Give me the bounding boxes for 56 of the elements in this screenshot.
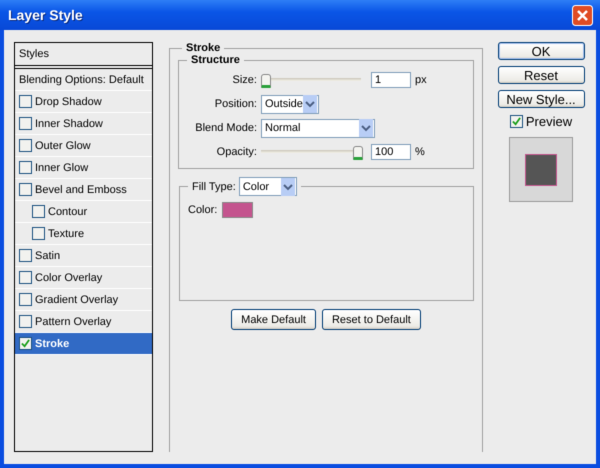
checkbox-label: Preview	[526, 114, 572, 129]
slider-thumb[interactable]	[261, 74, 271, 88]
style-list-item[interactable]: Contour	[15, 201, 152, 223]
field-label: Fill Type:	[192, 180, 236, 192]
dialog-button[interactable]: OK	[498, 42, 584, 60]
window-title: Layer Style	[8, 7, 83, 23]
checkbox[interactable]	[19, 315, 32, 328]
field-label: Opacity:	[216, 146, 257, 158]
field-label: Color:	[188, 204, 218, 216]
list-heading: Styles	[15, 43, 152, 69]
style-list-item[interactable]: Stroke	[15, 333, 152, 355]
style-list-item[interactable]: Drop Shadow	[15, 91, 152, 113]
checkbox[interactable]	[19, 117, 32, 130]
checkbox[interactable]	[19, 139, 32, 152]
style-list-item[interactable]: Color Overlay	[15, 267, 152, 289]
unit-label: %	[415, 146, 425, 158]
chevron-down-icon	[359, 119, 373, 137]
group-title: Stroke	[185, 42, 222, 54]
checkbox[interactable]	[510, 115, 523, 128]
fill-type-dropdown[interactable]: Color	[238, 177, 297, 196]
checkbox[interactable]	[19, 161, 32, 174]
chevron-down-icon	[280, 178, 295, 196]
blend-mode-dropdown[interactable]: Normal	[261, 118, 375, 138]
style-list-item[interactable]: Gradient Overlay	[15, 289, 152, 311]
color-swatch[interactable]	[222, 202, 254, 218]
checkbox[interactable]	[19, 293, 32, 306]
group-title: Structure	[190, 54, 241, 66]
field-label: Blend Mode:	[194, 122, 257, 134]
unit-label: px	[415, 74, 427, 86]
slider-thumb[interactable]	[353, 146, 363, 160]
checkbox[interactable]	[19, 183, 32, 196]
checkbox[interactable]	[19, 271, 32, 284]
checkbox[interactable]	[19, 95, 32, 108]
field-label: Position:	[214, 98, 257, 110]
action-button[interactable]: Reset to Default	[322, 309, 421, 330]
style-list-item[interactable]: Satin	[15, 245, 152, 267]
style-list-item[interactable]: Texture	[15, 223, 152, 245]
checkbox[interactable]	[19, 249, 32, 262]
dialog-button[interactable]: Reset	[498, 66, 584, 84]
checkbox[interactable]	[19, 337, 32, 350]
close-icon[interactable]	[572, 4, 593, 26]
field-label: Size:	[232, 74, 257, 86]
style-list-item[interactable]: Outer Glow	[15, 135, 152, 157]
style-list-item[interactable]: Blending Options: Default	[15, 69, 152, 91]
action-button[interactable]: Make Default	[231, 309, 316, 330]
square-icon	[525, 154, 557, 186]
style-list-item[interactable]: Bevel and Emboss	[15, 179, 152, 201]
checkbox[interactable]	[32, 205, 45, 218]
input-field[interactable]: 100	[371, 144, 411, 160]
chevron-down-icon	[303, 95, 317, 113]
style-list-item[interactable]: Inner Shadow	[15, 113, 152, 135]
style-list-item[interactable]: Inner Glow	[15, 157, 152, 179]
dialog-button[interactable]: New Style...	[498, 90, 584, 108]
checkbox[interactable]	[32, 227, 45, 240]
input-field[interactable]: 1	[371, 72, 411, 88]
position-dropdown[interactable]: Outside	[261, 94, 319, 114]
